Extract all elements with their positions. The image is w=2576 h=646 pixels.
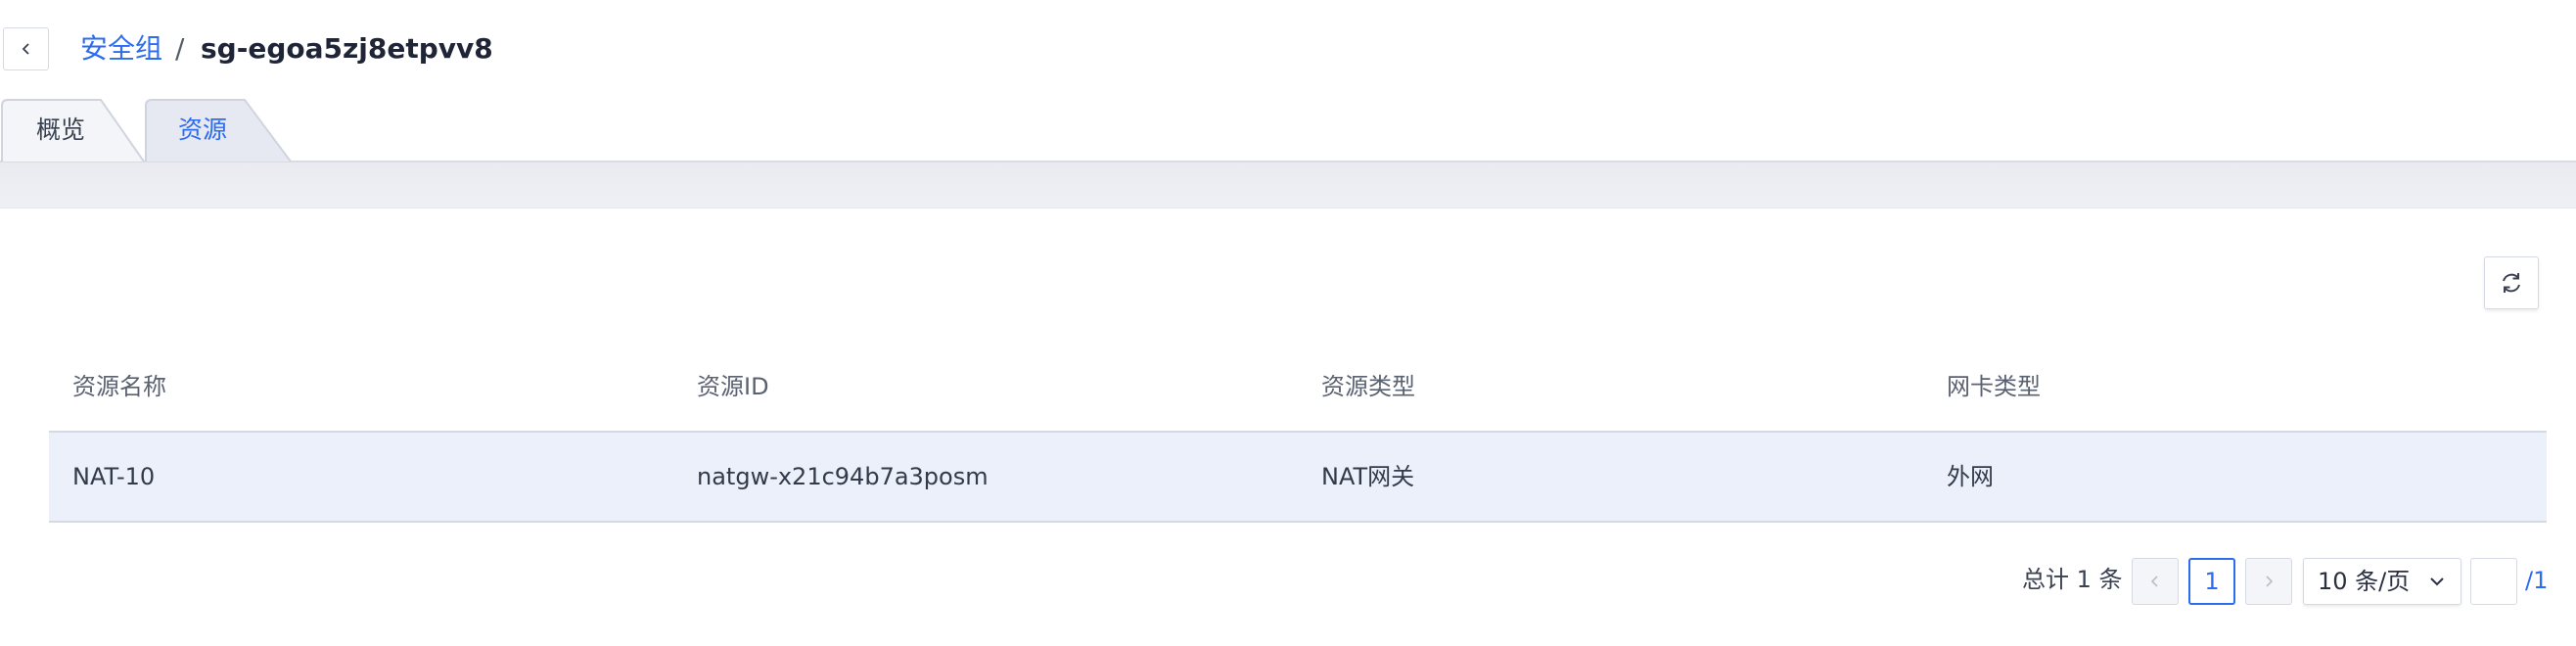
column-header-resource-name: 资源名称 <box>72 373 166 400</box>
chevron-down-icon <box>2430 577 2444 586</box>
page-size-value: 10 条/页 <box>2318 568 2411 595</box>
cell-resource-id: natgw-x21c94b7a3posm <box>697 463 989 490</box>
column-header-resource-id: 资源ID <box>697 373 769 400</box>
column-header-resource-type: 资源类型 <box>1321 373 1415 400</box>
breadcrumb-parent-link[interactable]: 安全组 <box>80 29 162 69</box>
table-header: 资源名称 资源ID 资源类型 网卡类型 <box>49 356 2547 433</box>
pagination-next-button[interactable] <box>2245 558 2292 605</box>
content-band <box>0 162 2576 209</box>
chevron-right-icon <box>2266 576 2274 587</box>
page-header: 安全组 / sg-egoa5zj8etpvv8 <box>0 0 2576 98</box>
page-jump-input[interactable] <box>2470 558 2517 605</box>
cell-nic-type: 外网 <box>1947 463 1994 490</box>
chevron-left-icon <box>2150 576 2158 587</box>
tab-bar: 概览 资源 <box>0 98 2576 162</box>
page-size-select[interactable]: 10 条/页 <box>2303 558 2461 605</box>
refresh-button[interactable] <box>2484 256 2539 309</box>
pagination-total: 总计 1 条 <box>2022 566 2123 593</box>
back-button[interactable] <box>3 27 49 70</box>
cell-resource-type: NAT网关 <box>1321 463 1415 490</box>
cell-resource-name: NAT-10 <box>72 463 156 490</box>
refresh-icon <box>2503 273 2520 293</box>
pagination-page-1[interactable]: 1 <box>2188 558 2235 605</box>
table-row[interactable]: NAT-10 natgw-x21c94b7a3posm NAT网关 外网 <box>49 433 2547 523</box>
tab-resource[interactable]: 资源 <box>0 98 294 162</box>
page-title: sg-egoa5zj8etpvv8 <box>201 32 493 65</box>
chevron-left-icon <box>22 43 29 55</box>
pagination-total-pages: /1 <box>2525 567 2549 594</box>
column-header-nic-type: 网卡类型 <box>1947 373 2041 400</box>
pagination-prev-button[interactable] <box>2132 558 2179 605</box>
resource-table: 资源名称 资源ID 资源类型 网卡类型 NAT-10 natgw-x21c94b… <box>49 356 2547 523</box>
breadcrumb-separator: / <box>175 32 185 65</box>
tab-resource-label: 资源 <box>178 115 228 144</box>
